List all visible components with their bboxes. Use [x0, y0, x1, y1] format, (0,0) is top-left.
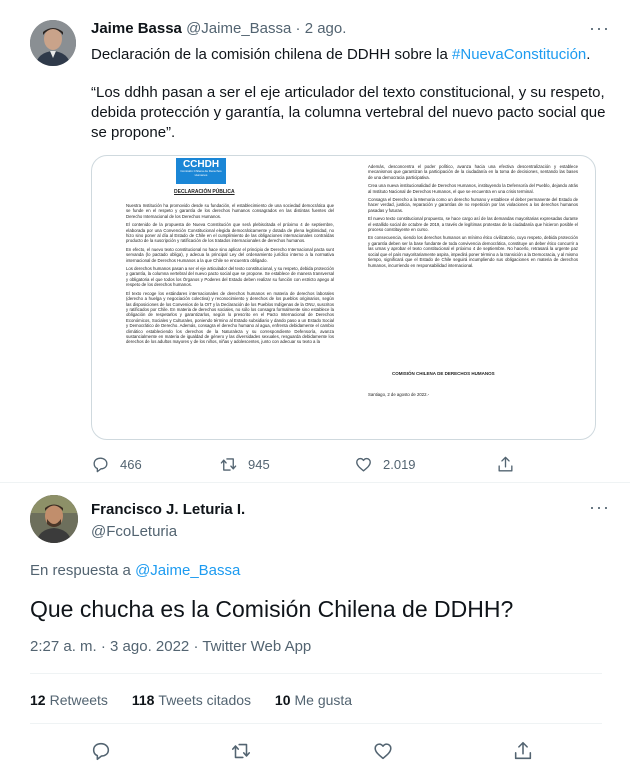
like-count: 2.019: [383, 457, 416, 472]
tweet-stats: 12 Retweets 118 Tweets citados 10 Me gusta: [30, 692, 372, 708]
tweet-quote-text: “Los ddhh pasan a ser el eje articulador…: [91, 84, 606, 141]
likes-count: 10: [274, 692, 291, 708]
reply-tweet-header: Francisco J. Leturia I. @FcoLeturia: [91, 500, 245, 542]
author-name[interactable]: Francisco J. Leturia I.: [91, 500, 245, 520]
author-handle[interactable]: @Jaime_Bassa: [186, 20, 291, 37]
tweet-text-end: .: [586, 46, 591, 63]
more-options-icon[interactable]: ···: [589, 18, 610, 39]
separator: ·: [295, 20, 301, 37]
document-right-column: Además, desconcentra el poder político, …: [368, 164, 578, 268]
quotes-stat[interactable]: 118 Tweets citados: [132, 692, 251, 708]
share-button[interactable]: [512, 740, 534, 767]
like-button[interactable]: [372, 740, 394, 767]
hashtag-link[interactable]: #NuevaConstitución: [452, 46, 586, 63]
divider: [30, 673, 602, 674]
retweet-button[interactable]: [230, 740, 252, 767]
heart-icon: [356, 457, 371, 472]
doc-paragraph: Consagra el Derecho a la Memoria como un…: [368, 197, 578, 213]
avatar-photo-icon: [30, 495, 78, 543]
doc-paragraph: Además, desconcentra el poder político, …: [368, 164, 578, 180]
doc-paragraph: Los derechos humanos pasan a ser el eje …: [126, 266, 334, 288]
retweets-stat[interactable]: 12 Retweets: [30, 692, 108, 708]
retweet-count: 945: [248, 457, 270, 472]
quotes-label: Tweets citados: [158, 692, 252, 708]
doc-paragraph: En efecto, el nuevo texto constitucional…: [126, 246, 334, 263]
document-heading: DECLARACIÓN PÚBLICA: [174, 189, 235, 195]
reply-prefix: En respuesta a: [30, 562, 136, 579]
avatar-photo-icon: [30, 20, 76, 66]
doc-paragraph: El contenido de la propuesta de Nueva Co…: [126, 222, 334, 244]
retweet-button[interactable]: 945: [219, 455, 270, 474]
timestamp[interactable]: 2 ago.: [305, 20, 347, 37]
doc-paragraph: Nuestra Institución ha promovido desde s…: [126, 203, 334, 219]
share-button[interactable]: [496, 455, 525, 474]
author-handle[interactable]: @FcoLeturia: [91, 522, 245, 542]
reply-count: 466: [120, 457, 142, 472]
avatar[interactable]: [30, 20, 76, 66]
reply-icon: [93, 457, 108, 473]
reply-button[interactable]: 466: [91, 455, 142, 474]
retweet-icon: [231, 743, 251, 759]
tweet-actions: 466 945 2.019: [91, 455, 611, 475]
avatar[interactable]: [30, 495, 78, 543]
retweets-label: Retweets: [49, 692, 108, 708]
reply-tweet-text: Que chucha es la Comisión Chilena de DDH…: [30, 596, 514, 622]
like-button[interactable]: 2.019: [354, 455, 416, 474]
author-name[interactable]: Jaime Bassa: [91, 20, 182, 37]
likes-stat[interactable]: 10 Me gusta: [275, 692, 352, 708]
doc-paragraph: El texto recoge los estándares internaci…: [126, 290, 334, 345]
original-tweet[interactable]: Jaime Bassa @Jaime_Bassa · 2 ago. ··· De…: [0, 0, 630, 483]
divider: [30, 723, 602, 724]
reply-button[interactable]: [90, 740, 112, 767]
attached-document-image[interactable]: CCHDH Comisión Chilena de Derechos Human…: [91, 155, 596, 440]
doc-paragraph: El nuevo texto constitucional propuesto,…: [368, 216, 578, 233]
logo-subtitle: Comisión Chilena de Derechos Humanos: [180, 169, 222, 177]
tweet-meta[interactable]: 2:27 a. m. · 3 ago. 2022 · Twitter Web A…: [30, 638, 311, 655]
tweet-text: Declaración de la comisión chilena de DD…: [91, 45, 611, 65]
document-left-column: Nuestra Institución ha promovido desde s…: [126, 203, 334, 345]
document-signature: COMISIÓN CHILENA DE DERECHOS HUMANOS: [392, 371, 495, 376]
doc-paragraph: En consecuencia, siendo los derechos hum…: [368, 235, 578, 268]
retweets-count: 12: [30, 692, 46, 708]
retweet-icon: [220, 458, 237, 471]
cchdh-logo: CCHDH Comisión Chilena de Derechos Human…: [176, 158, 226, 184]
tweet-header: Jaime Bassa @Jaime_Bassa · 2 ago.: [91, 20, 346, 37]
heart-icon: [374, 743, 392, 760]
reply-to-link[interactable]: @Jaime_Bassa: [135, 562, 240, 579]
doc-paragraph: Crea una nueva institucionalidad de Dere…: [368, 183, 578, 194]
likes-label: Me gusta: [294, 692, 353, 708]
document-date: Santiago, 2 de agosto de 2022.-: [368, 392, 430, 397]
share-icon: [498, 456, 513, 472]
reply-context: En respuesta a @Jaime_Bassa: [30, 562, 240, 579]
more-options-icon[interactable]: ···: [589, 497, 610, 518]
tweet-text-start: Declaración de la comisión chilena de DD…: [91, 46, 453, 63]
share-icon: [514, 741, 532, 760]
reply-icon: [92, 742, 110, 761]
quotes-count: 118: [131, 692, 155, 708]
